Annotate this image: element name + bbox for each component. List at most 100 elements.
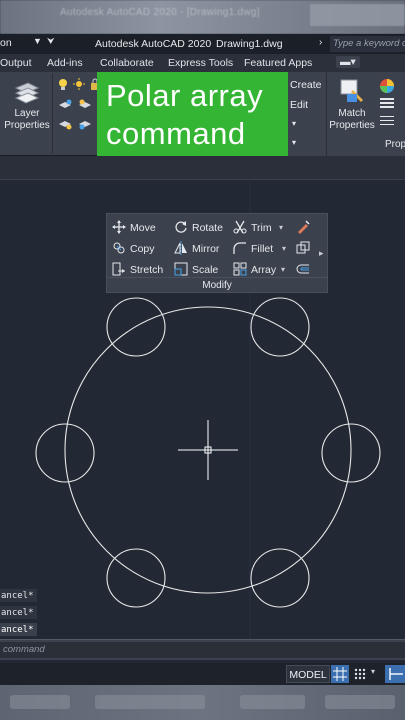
chevron-right-icon[interactable]: › [319, 37, 322, 48]
tab-collaborate[interactable]: Collaborate [100, 57, 154, 69]
sun-icon[interactable] [72, 78, 86, 90]
mirror-button[interactable]: Mirror [174, 241, 219, 257]
lineweight-icon[interactable] [379, 97, 395, 109]
ribbon-more-icon[interactable]: ▬▾ [336, 56, 360, 68]
array-button[interactable]: Array [233, 262, 276, 278]
layer-properties-label-2: Properties [4, 120, 50, 131]
command-history-line: ancel* [0, 589, 37, 602]
stretch-label: Stretch [130, 264, 164, 276]
layer-properties-icon[interactable] [12, 78, 40, 104]
workspace-dropdown-icon[interactable]: ▼ [33, 36, 42, 46]
linetype-icon[interactable] [379, 114, 395, 126]
search-input[interactable]: Type a keyword or phrase [330, 36, 405, 52]
tutorial-banner: Polar array command [97, 72, 288, 156]
modify-more-icon[interactable]: ▸ [319, 248, 324, 259]
layer-properties-label-1: Layer [14, 108, 40, 119]
explode-icon[interactable] [296, 241, 310, 255]
offset-icon[interactable] [296, 262, 310, 276]
move-label: Move [130, 222, 156, 234]
trim-button[interactable]: Trim [233, 220, 272, 236]
ribbon-divider [52, 74, 53, 154]
command-input[interactable]: command [0, 642, 405, 658]
layer-properties-button[interactable]: Layer Properties [3, 108, 51, 132]
rotate-icon [175, 221, 187, 233]
array-circle-bottom-left [106, 548, 166, 608]
banner-line-2: command [106, 116, 246, 151]
match-properties-icon[interactable] [339, 78, 365, 104]
model-space-button[interactable]: MODEL [286, 665, 330, 683]
match-properties-button[interactable]: Match Properties [327, 108, 377, 132]
blurred-header: Autodesk AutoCAD 2020 - [Drawing1.dwg] [0, 0, 405, 34]
app-name: Autodesk AutoCAD 2020 [95, 38, 212, 50]
tab-featured-apps[interactable]: Featured Apps [244, 57, 312, 69]
color-wheel-icon[interactable] [379, 78, 395, 94]
command-history-line: ancel* [0, 623, 37, 636]
trim-icon [233, 220, 247, 234]
layer-isolate-icon[interactable] [78, 99, 92, 111]
erase-icon[interactable] [296, 220, 310, 234]
copy-label: Copy [130, 243, 155, 255]
blurred-footer-item [95, 695, 205, 709]
scale-button[interactable]: Scale [174, 262, 218, 278]
ribbon-tabs: Output Add-ins Collaborate Express Tools… [0, 54, 405, 72]
layer-match-icon[interactable] [78, 118, 92, 130]
scale-label: Scale [192, 264, 219, 276]
properties-panel-label[interactable]: Prop [385, 139, 405, 151]
workspace-switch[interactable]: on [0, 37, 12, 49]
stretch-icon [112, 262, 125, 276]
mirror-icon [174, 241, 187, 255]
stretch-button[interactable]: Stretch [112, 262, 163, 278]
copy-button[interactable]: Copy [112, 241, 155, 257]
blurred-footer-item [10, 695, 70, 709]
copy-icon [113, 242, 125, 254]
blurred-search [310, 4, 405, 26]
array-dropdown-icon[interactable]: ▾ [281, 265, 285, 274]
file-tabs-strip [0, 156, 405, 180]
blurred-header-text: Autodesk AutoCAD 2020 - [Drawing1.dwg] [60, 7, 260, 18]
snap-dropdown-icon[interactable]: ▾ [371, 667, 375, 676]
trim-label: Trim [251, 222, 272, 234]
tab-add-ins[interactable]: Add-ins [47, 57, 83, 69]
move-icon [112, 220, 126, 234]
fillet-button[interactable]: Fillet [233, 241, 273, 257]
mirror-label: Mirror [192, 243, 220, 255]
tab-express-tools[interactable]: Express Tools [168, 57, 233, 69]
rotate-label: Rotate [192, 222, 223, 234]
rotate-button[interactable]: Rotate [174, 220, 223, 236]
ortho-mode-icon[interactable] [385, 665, 405, 683]
layer-state-icon[interactable] [58, 99, 72, 111]
array-label: Array [251, 264, 277, 276]
status-bar: MODEL ▾ [0, 663, 405, 685]
blurred-footer-item [325, 695, 395, 709]
grid-display-icon[interactable] [331, 665, 349, 683]
tab-output[interactable]: Output [0, 57, 32, 69]
autocad-window: Autodesk AutoCAD 2020 - [Drawing1.dwg] o… [0, 0, 405, 720]
block-panel: Create Edit ▾ ▾ [288, 72, 326, 156]
snap-mode-icon[interactable] [352, 665, 368, 683]
edit-block-button[interactable]: Edit [290, 99, 308, 111]
banner-line-1: Polar array [106, 78, 264, 113]
document-name: Drawing1.dwg [216, 38, 283, 50]
move-button[interactable]: Move [112, 220, 156, 236]
block-panel-expand-icon[interactable]: ▾ [292, 138, 296, 147]
crosshair-cursor [178, 420, 238, 480]
fillet-icon [233, 242, 246, 254]
block-dropdown-icon[interactable]: ▾ [292, 119, 296, 128]
command-line: command [0, 639, 405, 660]
scale-icon [174, 262, 188, 276]
modify-panel-title[interactable]: Modify [107, 277, 327, 291]
title-bar: on ▼ ⮟ Autodesk AutoCAD 2020 Drawing1.dw… [0, 34, 405, 54]
layer-freeze-icon[interactable] [58, 118, 72, 130]
modify-panel: Move Rotate Trim ▾ Copy Mirror Fillet ▾ … [106, 213, 328, 293]
match-properties-label-2: Properties [329, 120, 375, 131]
customize-arrow-icon[interactable]: ⮟ [47, 36, 55, 47]
fillet-dropdown-icon[interactable]: ▾ [282, 244, 286, 253]
lightbulb-icon[interactable] [56, 78, 70, 90]
create-block-button[interactable]: Create [290, 79, 322, 91]
blurred-footer [0, 685, 405, 720]
blurred-footer-item [240, 695, 305, 709]
fillet-label: Fillet [251, 243, 274, 255]
match-properties-label-1: Match [338, 108, 366, 119]
trim-dropdown-icon[interactable]: ▾ [279, 223, 283, 232]
array-icon [233, 262, 247, 276]
